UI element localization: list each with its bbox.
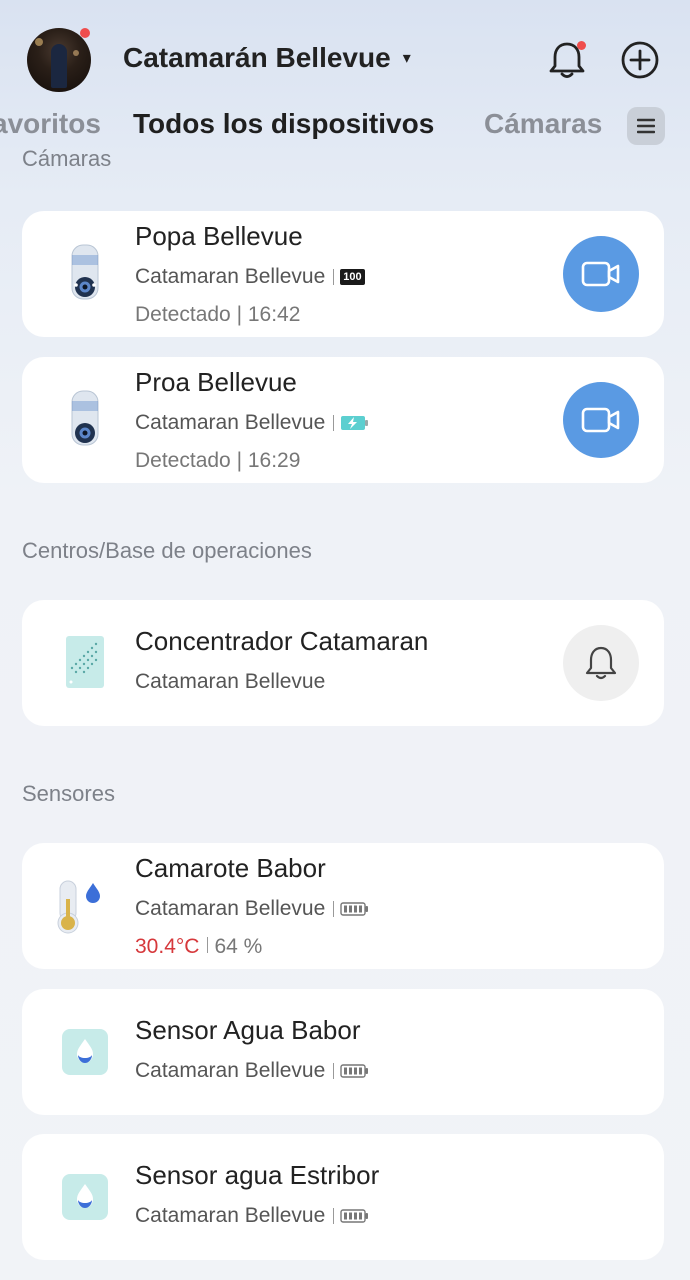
- avatar-notification-dot: [80, 28, 90, 38]
- device-name: Sensor Agua Babor: [135, 1015, 361, 1045]
- device-location: Catamaran Bellevue: [135, 411, 326, 434]
- notification-badge: [577, 41, 586, 50]
- section-label-sensors: Sensores: [22, 781, 115, 806]
- tab-camaras[interactable]: Cámaras: [484, 108, 602, 140]
- battery-level-badge: 100: [340, 269, 365, 285]
- camera-device-icon: [71, 390, 99, 446]
- category-tabs: avoritos Todos los dispositivos Cámaras: [0, 104, 690, 148]
- device-card-sensor-agua-babor[interactable]: Sensor Agua Babor Catamaran Bellevue: [22, 989, 664, 1115]
- plus-circle-icon: [621, 41, 659, 79]
- device-name: Concentrador Catamaran: [135, 626, 429, 656]
- device-name: Proa Bellevue: [135, 367, 297, 397]
- device-name: Camarote Babor: [135, 853, 326, 883]
- device-status: Detectado | 16:42: [135, 303, 301, 326]
- video-camera-icon: [581, 407, 620, 433]
- sensor-readings: 30.4°C 64 %: [135, 935, 262, 959]
- device-card-proa-bellevue[interactable]: Proa Bellevue Catamaran Bellevue Detecta…: [22, 357, 664, 483]
- water-sensor-icon: [62, 1174, 108, 1220]
- device-location-row: Catamaran Bellevue: [135, 1204, 370, 1228]
- device-name: Popa Bellevue: [135, 221, 303, 251]
- device-location-row: Catamaran Bellevue: [135, 411, 370, 435]
- device-card-camarote-babor[interactable]: Camarote Babor Catamaran Bellevue 30.4°C…: [22, 843, 664, 969]
- bell-icon: [585, 646, 617, 680]
- battery-full-icon: [340, 1064, 369, 1078]
- avatar-light: [73, 50, 79, 56]
- device-location-row: Catamaran Bellevue: [135, 897, 370, 921]
- device-name: Sensor agua Estribor: [135, 1160, 380, 1190]
- device-location: Catamaran Bellevue: [135, 897, 326, 920]
- device-card-concentrador-catamaran[interactable]: Concentrador Catamaran Catamaran Bellevu…: [22, 600, 664, 726]
- device-location-row: Catamaran Bellevue 100: [135, 265, 365, 289]
- battery-charging-icon: [341, 416, 369, 430]
- avatar-light: [35, 38, 43, 46]
- camera-device-icon: [71, 244, 99, 300]
- hub-alarm-button[interactable]: [563, 625, 639, 701]
- water-sensor-icon: [62, 1029, 108, 1075]
- device-location: Catamaran Bellevue: [135, 670, 326, 693]
- video-camera-icon: [581, 261, 620, 287]
- tabs-menu-button[interactable]: [627, 107, 665, 145]
- hub-device-icon: [66, 636, 104, 688]
- device-status: Detectado | 16:29: [135, 449, 301, 472]
- avatar[interactable]: [27, 28, 91, 92]
- device-location: Catamaran Bellevue: [135, 1059, 326, 1082]
- device-card-popa-bellevue[interactable]: Popa Bellevue Catamaran Bellevue 100 Det…: [22, 211, 664, 337]
- device-location: Catamaran Bellevue: [135, 265, 326, 288]
- add-device-button[interactable]: [620, 40, 660, 80]
- thermometer-humidity-icon: [57, 880, 100, 934]
- device-card-sensor-agua-estribor[interactable]: Sensor agua Estribor Catamaran Bellevue: [22, 1134, 664, 1260]
- device-location-row: Catamaran Bellevue: [135, 1059, 370, 1083]
- avatar-figure: [51, 44, 67, 88]
- home-name: Catamarán Bellevue: [123, 42, 391, 73]
- tab-favoritos[interactable]: avoritos: [0, 108, 101, 140]
- battery-full-icon: [340, 1209, 369, 1223]
- device-location-row: Catamaran Bellevue: [135, 670, 325, 694]
- list-icon: [637, 118, 655, 134]
- temperature-value: 30.4°C: [135, 935, 200, 958]
- home-selector[interactable]: Catamarán Bellevue ▾: [123, 42, 411, 74]
- section-label-cameras: Cámaras: [22, 148, 112, 171]
- live-view-button[interactable]: [563, 382, 639, 458]
- tab-todos-los-dispositivos[interactable]: Todos los dispositivos: [133, 108, 434, 140]
- chevron-down-icon: ▾: [402, 50, 411, 67]
- section-label-hubs: Centros/Base de operaciones: [22, 538, 312, 563]
- battery-full-icon: [340, 902, 369, 916]
- live-view-button[interactable]: [563, 236, 639, 312]
- humidity-value: 64 %: [214, 935, 263, 958]
- device-location: Catamaran Bellevue: [135, 1204, 326, 1227]
